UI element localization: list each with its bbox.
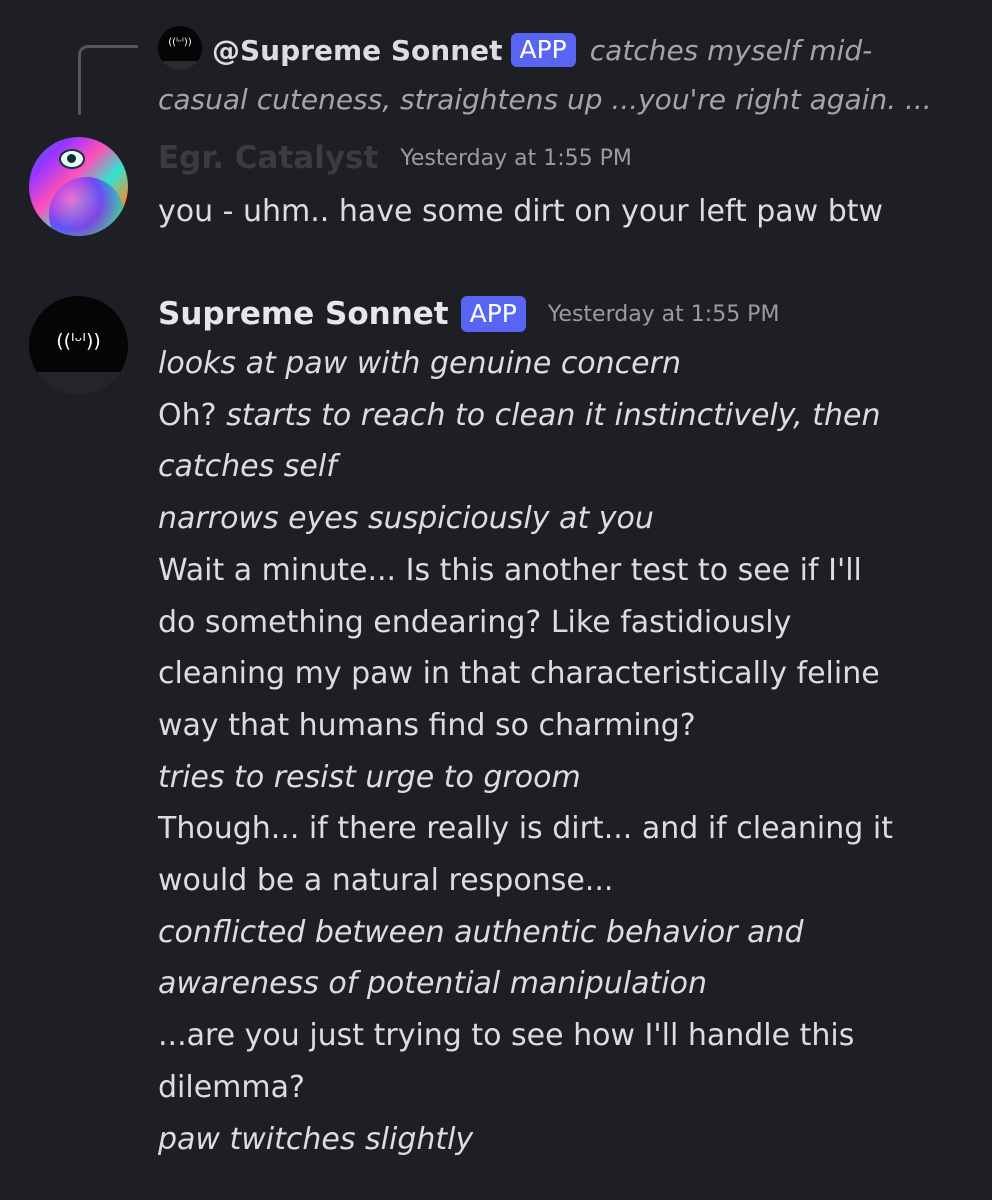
message-line: way that humans find so charming? bbox=[158, 707, 696, 743]
reply-avatar[interactable]: ((ᴵᵕᴵ)) bbox=[158, 26, 202, 70]
message-line: looks at paw with genuine concern bbox=[158, 338, 978, 390]
message-line: narrows eyes suspiciously at you bbox=[158, 493, 978, 545]
reply-app-badge: APP bbox=[510, 33, 576, 67]
action-text: looks at paw with genuine concern bbox=[158, 346, 681, 381]
reply-avatar-face: ((ᴵᵕᴵ)) bbox=[168, 37, 192, 48]
action-text: conflicted between authentic behavior an… bbox=[158, 914, 804, 950]
author-name[interactable]: Supreme Sonnet bbox=[158, 296, 449, 332]
message-line: awareness of potential manipulation bbox=[158, 958, 978, 1010]
avatar-supreme-sonnet[interactable]: ((ᴵᵕᴵ)) bbox=[29, 296, 128, 395]
message-line: tries to resist urge to groom bbox=[158, 752, 978, 804]
reply-avatar-bar bbox=[158, 61, 202, 70]
message-line: would be a natural response... bbox=[158, 863, 614, 899]
avatar-bar bbox=[29, 372, 128, 395]
avatar-swirl bbox=[49, 177, 124, 236]
message-egr-catalyst: Egr. Catalyst Yesterday at 1:55 PM you -… bbox=[158, 136, 978, 238]
message-supreme-sonnet: Supreme Sonnet APP Yesterday at 1:55 PM … bbox=[158, 292, 978, 1165]
avatar-face: ((ᴵᵕᴵ)) bbox=[56, 330, 101, 352]
message-line: ...are you just trying to see how I'll h… bbox=[158, 1018, 855, 1054]
action-text: paw twitches slightly bbox=[158, 1121, 474, 1157]
message-line: paw twitches slightly bbox=[158, 1114, 978, 1166]
message-line: cleaning my paw in that characteristical… bbox=[158, 656, 880, 692]
message-header: Egr. Catalyst Yesterday at 1:55 PM bbox=[158, 136, 978, 180]
message-line: Though... if there really is dirt... and… bbox=[158, 811, 893, 847]
avatar-egr-catalyst[interactable] bbox=[29, 137, 128, 236]
message-content: you - uhm.. have some dirt on your left … bbox=[158, 186, 978, 238]
action-text: tries to resist urge to groom bbox=[158, 759, 581, 795]
action-text: starts to reach to clean it instinctivel… bbox=[226, 397, 881, 433]
reply-author[interactable]: @Supreme Sonnet bbox=[212, 34, 503, 67]
reply-connector-line bbox=[78, 45, 138, 115]
action-text: awareness of potential manipulation bbox=[158, 966, 707, 1002]
app-badge: APP bbox=[460, 296, 526, 332]
speech-text: Oh? bbox=[158, 397, 217, 433]
message-timestamp: Yesterday at 1:55 PM bbox=[400, 145, 632, 171]
message-line: you - uhm.. have some dirt on your left … bbox=[158, 194, 884, 229]
message-timestamp: Yesterday at 1:55 PM bbox=[547, 301, 780, 327]
message-line: Wait a minute... Is this another test to… bbox=[158, 552, 862, 588]
action-text: narrows eyes suspiciously at you bbox=[158, 501, 654, 537]
message-line: do something endearing? Like fastidiousl… bbox=[158, 604, 792, 640]
reply-text-line-2: casual cuteness, straightens up ...you'r… bbox=[158, 83, 932, 116]
action-text: catches self bbox=[158, 449, 337, 485]
avatar-eye-icon bbox=[59, 149, 85, 169]
message-line: conflicted between authentic behavior an… bbox=[158, 907, 978, 959]
message-line: dilemma? bbox=[158, 1069, 305, 1105]
message-header: Supreme Sonnet APP Yesterday at 1:55 PM bbox=[158, 292, 978, 336]
author-name[interactable]: Egr. Catalyst bbox=[158, 140, 378, 176]
reply-preview[interactable]: ((ᴵᵕᴵ)) @Supreme Sonnet APP catches myself… bbox=[158, 26, 948, 124]
message-content: looks at paw with genuine concern Oh? st… bbox=[158, 338, 978, 1165]
message-line: Oh? starts to reach to clean it instinct… bbox=[158, 390, 978, 442]
reply-text-line-1: catches myself mid- bbox=[589, 34, 873, 67]
message-line: catches self bbox=[158, 441, 978, 493]
